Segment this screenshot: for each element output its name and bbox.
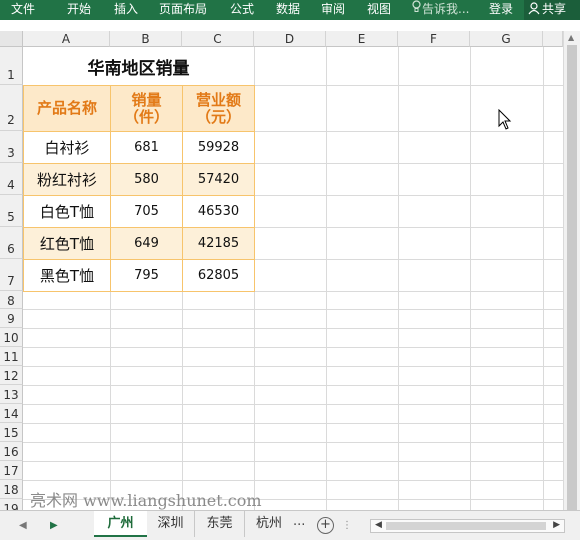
row-header-17[interactable]: 17 [0,461,23,480]
prev-sheet-icon[interactable]: ◀ [19,520,27,531]
column-header-b[interactable]: B [110,31,182,47]
data-cell[interactable]: 57420 [182,163,255,196]
gridline [398,47,399,510]
data-cell[interactable]: 59928 [182,131,255,164]
select-all-corner[interactable] [0,31,23,47]
tab-formulas[interactable]: 公式 [230,0,254,20]
column-header-c[interactable]: C [182,31,254,47]
row-header-12[interactable]: 12 [0,366,23,385]
data-cell[interactable]: 62805 [182,259,255,292]
add-sheet-icon[interactable]: + [317,517,334,534]
gridline [23,328,580,329]
header-cell-product[interactable]: 产品名称 [23,85,111,132]
data-cell[interactable]: 681 [110,131,183,164]
gridline [23,366,580,367]
lightbulb-icon [412,0,422,19]
table-title-cell[interactable]: 华南地区销量 [23,47,254,85]
tab-review[interactable]: 审阅 [321,0,345,20]
data-cell[interactable]: 红色T恤 [23,227,111,260]
share-button[interactable]: 共享 [524,0,580,20]
row-header-4[interactable]: 4 [0,163,23,195]
gridline [23,442,580,443]
tab-insert[interactable]: 插入 [114,0,138,20]
row-header-13[interactable]: 13 [0,385,23,404]
row-header-10[interactable]: 10 [0,328,23,347]
column-header-g[interactable]: G [470,31,543,47]
tab-data[interactable]: 数据 [276,0,300,20]
row-header-14[interactable]: 14 [0,404,23,423]
row-header-11[interactable]: 11 [0,347,23,366]
column-header-d[interactable]: D [254,31,326,47]
row-header-19[interactable]: 19 [0,499,23,510]
row-header-16[interactable]: 16 [0,442,23,461]
next-sheet-icon[interactable]: ▶ [50,520,58,531]
mouse-pointer-icon [498,108,512,135]
row-header-3[interactable]: 3 [0,131,23,163]
tell-me-box[interactable]: 告诉我... [412,0,469,20]
column-header-e[interactable]: E [326,31,398,47]
sheet-tab-bar: ◀ ▶ 广州 深圳 东莞 杭州 ... + ⋮ ◀ ▶ [0,510,580,540]
ribbon-bar: 文件 开始 插入 页面布局 公式 数据 审阅 视图 告诉我... 登录 共享 [0,0,580,20]
gridline [23,480,580,481]
data-cell[interactable]: 795 [110,259,183,292]
tell-me-label: 告诉我... [422,2,470,16]
gridline [543,47,544,510]
gridline [23,347,580,348]
share-label: 共享 [542,2,567,16]
split-handle-icon[interactable]: ⋮ [342,520,356,531]
tab-home[interactable]: 开始 [67,0,91,20]
data-cell[interactable]: 粉红衬衫 [23,163,111,196]
row-header-8[interactable]: 8 [0,291,23,309]
row-header-15[interactable]: 15 [0,423,23,442]
row-header-5[interactable]: 5 [0,195,23,227]
row-header-2[interactable]: 2 [0,85,23,131]
data-cell[interactable]: 白衬衫 [23,131,111,164]
sheet-tab-guangzhou[interactable]: 广州 [94,511,147,537]
data-cell[interactable]: 白色T恤 [23,195,111,228]
horizontal-scrollbar[interactable]: ◀ ▶ [370,519,565,533]
more-sheets-button[interactable]: ... [293,514,305,529]
gridline [23,423,580,424]
row-header-18[interactable]: 18 [0,480,23,499]
sheet-tab-hangzhou[interactable]: 杭州 [245,511,293,537]
row-header-6[interactable]: 6 [0,227,23,259]
column-header-h[interactable] [543,31,563,47]
row-header-1[interactable]: 1 [0,47,23,85]
gridline [23,404,580,405]
row-header-9[interactable]: 9 [0,309,23,328]
header-cell-revenue[interactable]: 营业额 （元） [182,85,255,132]
column-header-a[interactable]: A [23,31,110,47]
scroll-up-icon[interactable]: ▲ [568,33,574,42]
horizontal-scroll-thumb[interactable] [386,522,546,530]
vertical-scrollbar[interactable]: ▲ [563,31,580,515]
worksheet-grid[interactable]: A B C D E F G 1 2 3 4 5 6 7 8 9 10 11 12… [0,31,580,510]
scroll-right-icon[interactable]: ▶ [553,520,560,530]
header-cell-quantity[interactable]: 销量 （件） [110,85,183,132]
column-header-f[interactable]: F [398,31,470,47]
data-cell[interactable]: 580 [110,163,183,196]
gridline [326,47,327,510]
scroll-left-icon[interactable]: ◀ [375,520,382,530]
user-icon [528,2,542,21]
tab-page-layout[interactable]: 页面布局 [159,0,207,20]
data-cell[interactable]: 705 [110,195,183,228]
gridline [23,461,580,462]
sheet-tab-dongguan[interactable]: 东莞 [195,511,245,537]
watermark-text: 亮术网 www.liangshunet.com [30,491,262,510]
gridline [470,47,471,510]
row-header-7[interactable]: 7 [0,259,23,291]
sheet-tab-shenzhen[interactable]: 深圳 [147,511,195,537]
data-cell[interactable]: 46530 [182,195,255,228]
data-cell[interactable]: 649 [110,227,183,260]
tab-file[interactable]: 文件 [11,0,35,20]
gridline [23,385,580,386]
login-button[interactable]: 登录 [489,0,513,19]
tab-view[interactable]: 视图 [367,0,391,20]
gridline [23,309,580,310]
data-cell[interactable]: 黑色T恤 [23,259,111,292]
data-cell[interactable]: 42185 [182,227,255,260]
scroll-thumb[interactable] [567,45,577,515]
